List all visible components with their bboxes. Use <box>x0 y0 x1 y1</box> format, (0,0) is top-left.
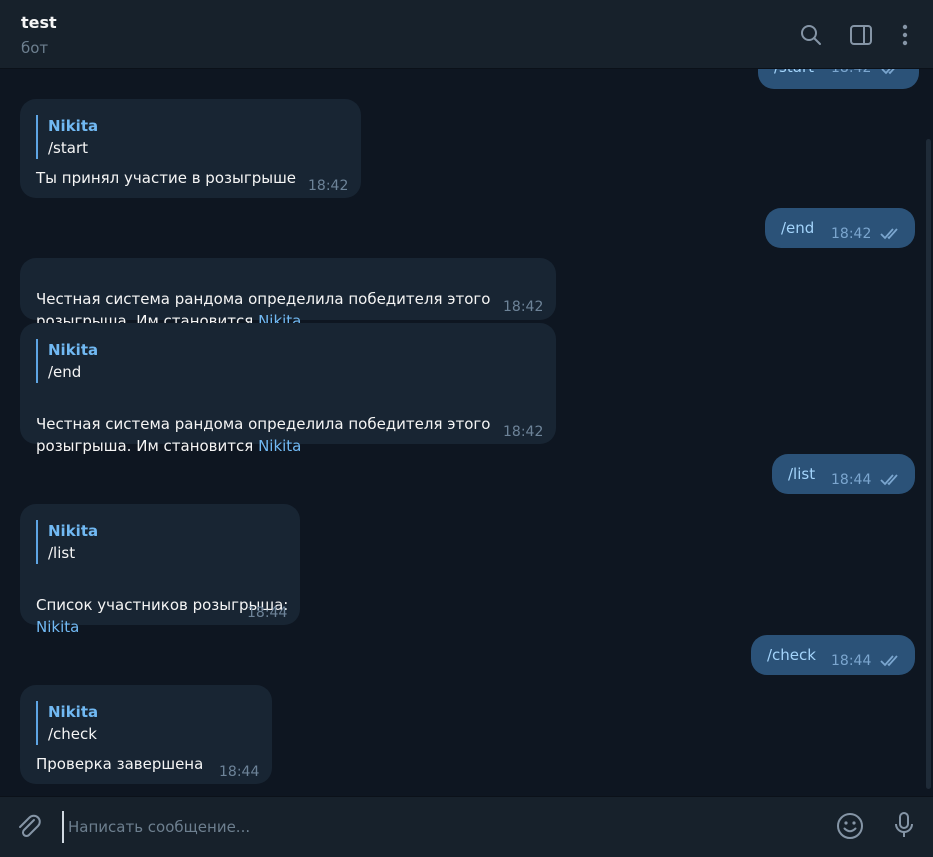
message-text: Честная система рандома определила побед… <box>36 391 490 457</box>
reply-author: Nikita <box>48 522 99 540</box>
message-composer <box>0 796 933 857</box>
message-time: 18:44 <box>831 472 872 488</box>
chat-subtitle: бот <box>21 39 49 57</box>
double-check-icon <box>881 69 895 75</box>
message-time: 18:42 <box>503 424 544 440</box>
microphone-icon[interactable] <box>889 810 919 840</box>
reply-author: Nikita <box>48 117 99 135</box>
reply-text: /end <box>48 363 82 381</box>
search-icon[interactable] <box>798 22 824 48</box>
message-outgoing[interactable]: /check 18:44 <box>751 635 915 675</box>
reply-text: /list <box>48 544 76 562</box>
scrollbar[interactable] <box>926 139 931 789</box>
message-command-link[interactable]: /check <box>767 644 816 666</box>
double-check-icon <box>880 655 898 667</box>
message-text-line: розыгрыша. Им становится <box>36 437 259 455</box>
message-text: Проверка завершена <box>36 755 204 773</box>
reply-quote[interactable]: Nikita /list <box>36 520 98 564</box>
message-text-line: Честная система рандома определила побед… <box>36 290 491 308</box>
paperclip-icon[interactable] <box>14 811 44 841</box>
reply-author: Nikita <box>48 703 99 721</box>
chat-title[interactable]: test <box>21 13 57 32</box>
reply-quote[interactable]: Nikita /start <box>36 115 98 159</box>
message-time: 18:44 <box>219 764 260 780</box>
reply-text: /check <box>48 725 97 743</box>
user-mention-link[interactable]: Nikita <box>258 437 301 455</box>
message-time: 18:44 <box>247 605 288 621</box>
message-time: 18:42 <box>503 299 544 315</box>
sidebar-toggle-icon[interactable] <box>848 22 874 48</box>
message-incoming[interactable]: Nikita /list Список участников розыгрыша… <box>20 504 300 636</box>
message-time: 18:44 <box>831 653 872 669</box>
message-text-line: Честная система рандома определила побед… <box>36 415 491 433</box>
message-command-link[interactable]: /start <box>774 69 814 78</box>
chat-window: test бот /start 18:42 <box>0 0 933 857</box>
message-outgoing[interactable]: /list 18:44 <box>772 454 915 494</box>
message-incoming[interactable]: Nikita /end Честная система рандома опре… <box>20 323 556 455</box>
message-time: 18:42 <box>831 69 871 79</box>
message-time: 18:42 <box>308 178 349 194</box>
message-incoming[interactable]: Nikita /check Проверка завершена 18:44 <box>20 685 272 784</box>
message-text: Ты принял участие в розыгрыше <box>36 169 297 187</box>
reply-text: /start <box>48 139 88 157</box>
double-check-icon <box>880 228 898 240</box>
reply-quote[interactable]: Nikita /end <box>36 339 98 383</box>
message-command-link[interactable]: /list <box>788 463 815 485</box>
reply-quote[interactable]: Nikita /check <box>36 701 98 745</box>
message-incoming[interactable]: Nikita /start Ты принял участие в розыгр… <box>20 99 361 198</box>
message-input[interactable] <box>62 811 810 843</box>
double-check-icon <box>880 474 898 486</box>
emoji-icon[interactable] <box>835 811 865 841</box>
message-incoming[interactable]: Честная система рандома определила побед… <box>20 258 556 330</box>
reply-author: Nikita <box>48 341 99 359</box>
chat-header: test бот <box>0 0 933 69</box>
message-outgoing[interactable]: /end 18:42 <box>765 208 915 248</box>
user-mention-link[interactable]: Nikita <box>36 618 79 636</box>
message-outgoing[interactable]: /start 18:42 <box>758 69 919 89</box>
message-list[interactable]: /start 18:42 Nikita /start Ты принял уча… <box>0 69 933 796</box>
message-time: 18:42 <box>831 226 872 242</box>
message-command-link[interactable]: /end <box>781 217 814 239</box>
more-vertical-icon[interactable] <box>892 22 918 48</box>
